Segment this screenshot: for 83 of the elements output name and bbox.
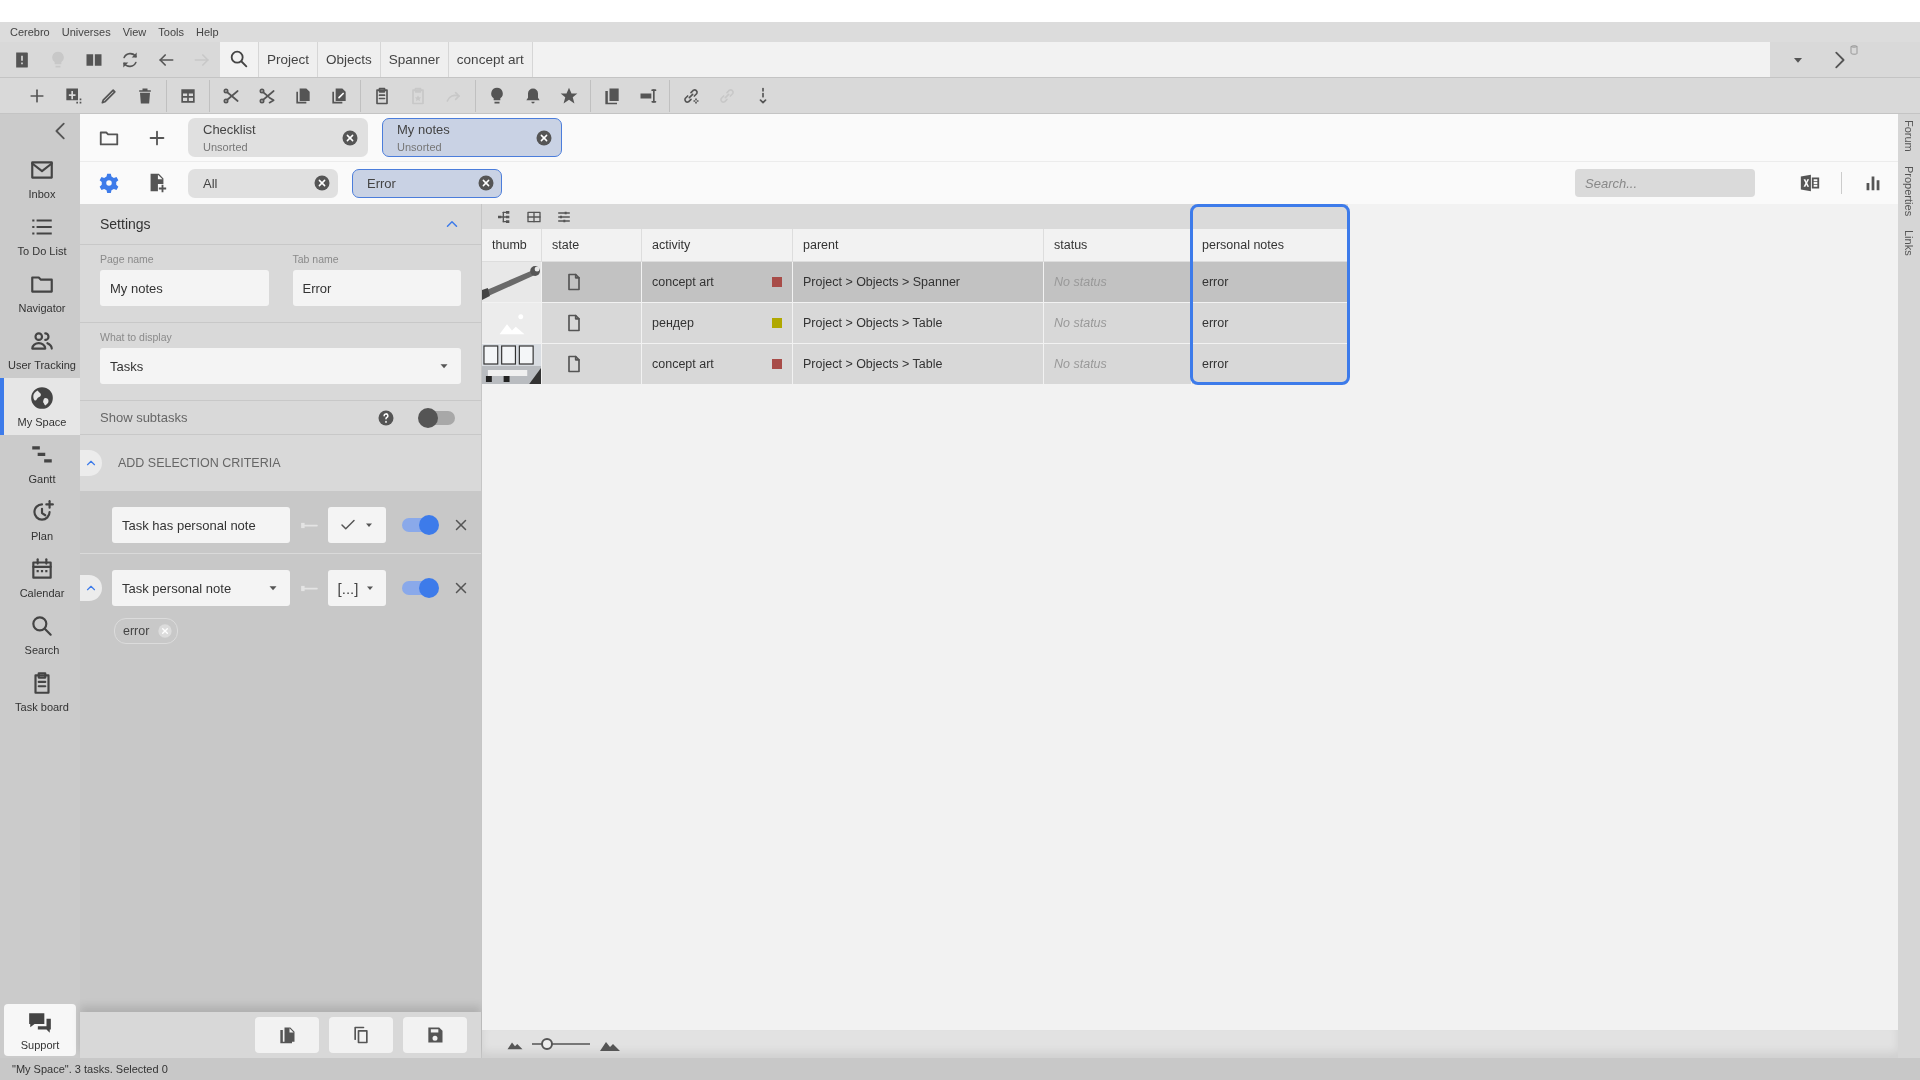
menu-item[interactable]: Tools bbox=[152, 26, 190, 38]
page-tab[interactable]: My notes Unsorted bbox=[382, 118, 562, 157]
help-icon[interactable] bbox=[377, 408, 395, 427]
menu-item[interactable]: Universes bbox=[55, 26, 117, 38]
status-text: "My Space". 3 tasks. Selected 0 bbox=[12, 1063, 168, 1075]
breadcrumb-item[interactable]: concept art bbox=[447, 42, 533, 77]
connector-icon bbox=[300, 521, 318, 529]
table-row[interactable]: рендер Project > Objects > Table No status error bbox=[482, 303, 1348, 344]
search-icon[interactable] bbox=[228, 48, 250, 70]
sidebar-item[interactable]: Plan bbox=[0, 492, 80, 549]
toggle-switch[interactable] bbox=[421, 410, 455, 425]
sidebar-item[interactable]: Search bbox=[0, 606, 80, 663]
display-dropdown[interactable]: Tasks bbox=[100, 348, 461, 384]
close-icon[interactable] bbox=[477, 174, 495, 192]
column-header[interactable]: personal notes bbox=[1192, 229, 1348, 261]
field-label: Page name bbox=[100, 253, 155, 265]
column-header[interactable]: activity bbox=[642, 229, 793, 261]
sidebar-item[interactable]: Calendar bbox=[0, 549, 80, 606]
excel-icon[interactable] bbox=[1799, 172, 1821, 194]
tab-name-field[interactable]: Error bbox=[292, 270, 461, 306]
sidebar-item[interactable]: Inbox bbox=[0, 150, 80, 207]
toggle-switch[interactable] bbox=[402, 518, 436, 532]
activity-text: concept art bbox=[652, 357, 714, 371]
side-tab[interactable]: Links bbox=[1903, 229, 1915, 256]
settings-icon[interactable] bbox=[98, 172, 120, 194]
value-chip[interactable]: error bbox=[114, 618, 179, 644]
activity-text: concept art bbox=[652, 275, 714, 289]
panel-title: Settings bbox=[100, 216, 151, 232]
column-header[interactable]: status bbox=[1044, 229, 1192, 261]
calendar-icon bbox=[29, 556, 55, 582]
field-label: What to display bbox=[100, 331, 173, 343]
column-header[interactable]: parent bbox=[793, 229, 1044, 261]
copy-button[interactable] bbox=[329, 1017, 393, 1053]
menu-item[interactable]: Cerebro bbox=[4, 26, 56, 38]
table-cell: error bbox=[1192, 262, 1348, 302]
table-cell: Project > Objects > Table bbox=[793, 344, 1044, 384]
save-icon bbox=[425, 1025, 445, 1045]
page-name-field[interactable]: My notes bbox=[100, 270, 269, 306]
operator-dropdown[interactable]: [...] bbox=[328, 570, 386, 606]
sidebar-item[interactable]: Gantt bbox=[0, 435, 80, 492]
save-button[interactable] bbox=[403, 1017, 467, 1053]
field-label: Tab name bbox=[292, 253, 340, 265]
table-cell: No status bbox=[1044, 344, 1192, 384]
table-cell: Project > Objects > Table bbox=[793, 303, 1044, 343]
criterion-field[interactable]: Task has personal note bbox=[112, 507, 290, 543]
table-cell: Project > Objects > Spanner bbox=[793, 262, 1044, 302]
close-icon[interactable] bbox=[341, 128, 359, 147]
activity-text: рендер bbox=[652, 316, 694, 330]
table-row[interactable]: concept art Project > Objects > Table No status error bbox=[482, 344, 1348, 385]
toggle-switch[interactable] bbox=[402, 581, 436, 595]
column-header[interactable]: thumb bbox=[482, 229, 542, 261]
hierarchy-icon[interactable] bbox=[496, 208, 512, 225]
filter-tab[interactable]: Error bbox=[352, 168, 502, 198]
close-icon[interactable] bbox=[535, 128, 553, 147]
connector-icon bbox=[300, 584, 318, 592]
copy-file-button[interactable] bbox=[255, 1017, 319, 1053]
support-button[interactable]: Support bbox=[4, 1004, 76, 1056]
close-icon[interactable] bbox=[313, 174, 331, 192]
sidebar-item[interactable]: My Space bbox=[0, 378, 80, 435]
filter-tab[interactable]: All bbox=[188, 168, 338, 198]
search-icon bbox=[29, 613, 55, 639]
copy-file-icon bbox=[277, 1025, 297, 1045]
database-icon bbox=[1848, 43, 1860, 57]
globe-icon bbox=[29, 385, 55, 411]
page-tab[interactable]: Checklist Unsorted bbox=[188, 118, 368, 157]
table-cell: error bbox=[1192, 344, 1348, 384]
column-header[interactable]: state bbox=[542, 229, 642, 261]
table-cell: error bbox=[1192, 303, 1348, 343]
sidebar-item[interactable]: Task board bbox=[0, 663, 80, 720]
criterion-dropdown[interactable]: Task personal note bbox=[112, 570, 290, 606]
search-field[interactable]: Search... bbox=[1575, 169, 1755, 197]
sidebar-item[interactable]: Navigator bbox=[0, 264, 80, 321]
option-label: Show subtasks bbox=[100, 410, 189, 425]
copy-icon bbox=[351, 1025, 371, 1045]
menu-item[interactable]: Help bbox=[190, 26, 225, 38]
section-title: ADD SELECTION CRITERIA bbox=[118, 456, 281, 470]
sidebar-item[interactable]: To Do List bbox=[0, 207, 80, 264]
side-tab[interactable]: Properties bbox=[1903, 165, 1915, 216]
table-cell: No status bbox=[1044, 303, 1192, 343]
sidebar-item[interactable]: User Tracking bbox=[0, 321, 80, 378]
side-tab[interactable]: Forum bbox=[1903, 120, 1915, 152]
menu-item[interactable]: View bbox=[116, 26, 153, 38]
zoom-slider[interactable] bbox=[532, 1038, 590, 1050]
